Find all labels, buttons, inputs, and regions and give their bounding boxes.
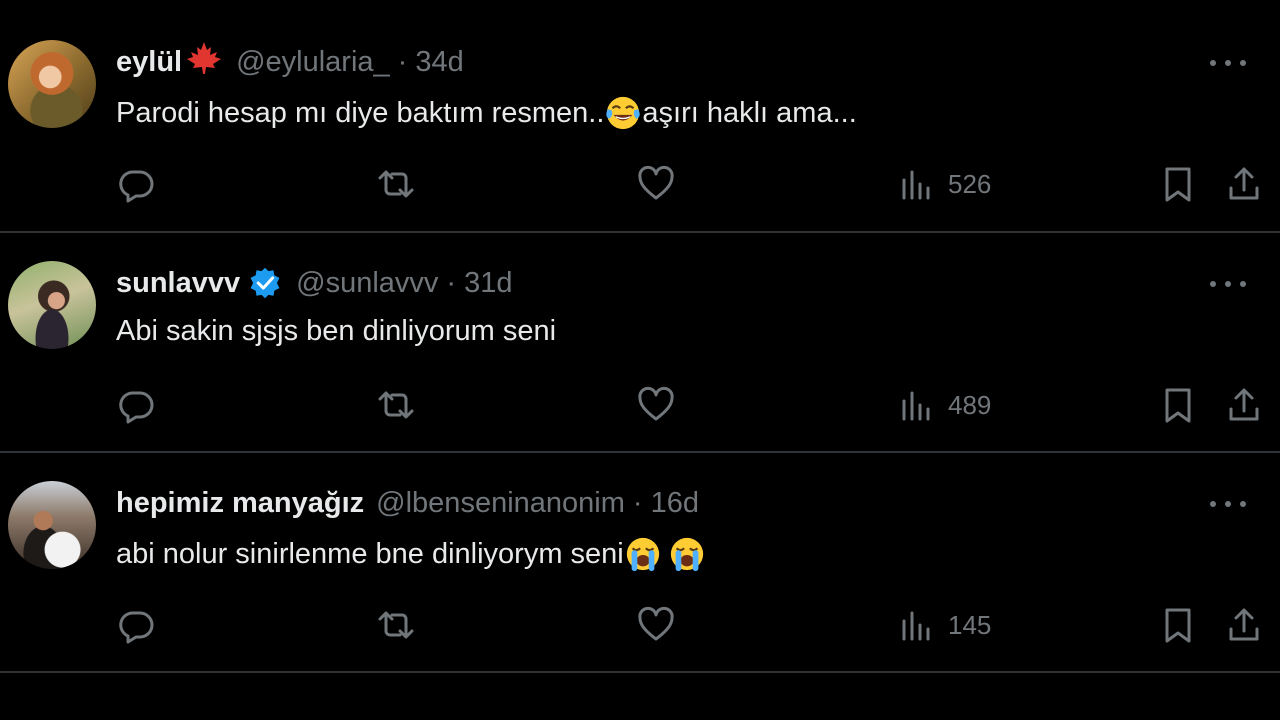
views-chart-icon bbox=[902, 611, 930, 641]
reply-button[interactable] bbox=[116, 603, 156, 647]
like-button[interactable] bbox=[636, 162, 676, 206]
bookmark-button[interactable] bbox=[1160, 603, 1196, 647]
tweet-text: Parodi hesap mı diye baktım resmen.. aşı… bbox=[116, 94, 857, 132]
display-name[interactable]: hepimiz manyağız bbox=[116, 487, 364, 520]
reply-icon bbox=[119, 391, 154, 424]
heart-icon bbox=[638, 386, 674, 421]
tweet[interactable]: sunlavvv @sunlavvv · 31d Abi sakin sjsjs… bbox=[0, 233, 1280, 453]
timestamp[interactable]: 31d bbox=[464, 267, 512, 300]
views-button[interactable]: 145 bbox=[898, 603, 991, 647]
tweet-actions: 145 bbox=[0, 603, 1280, 647]
tweet-text-part: Abi sakin sjsjs ben dinliyorum seni bbox=[116, 315, 557, 347]
maple-leaf-icon bbox=[184, 40, 224, 84]
timestamp[interactable]: 16d bbox=[651, 487, 699, 520]
retweet-button[interactable] bbox=[374, 383, 418, 427]
bookmark-icon bbox=[1165, 167, 1191, 202]
tweet-header: hepimiz manyağız @lbenseninanonim · 16d bbox=[116, 485, 699, 521]
tweet-actions: 489 bbox=[0, 383, 1280, 427]
more-options-icon[interactable] bbox=[1210, 493, 1246, 515]
reply-feed: eylül @eylularia_ · 34d Parodi hesap mı … bbox=[0, 0, 1280, 720]
like-button[interactable] bbox=[636, 603, 676, 647]
retweet-icon bbox=[378, 611, 414, 639]
display-name[interactable]: eylül bbox=[116, 46, 182, 79]
tweet-header: sunlavvv @sunlavvv · 31d bbox=[116, 265, 512, 301]
tweet-text-part: Parodi hesap mı diye baktım resmen.. bbox=[116, 96, 605, 129]
heart-icon bbox=[638, 606, 674, 641]
share-icon bbox=[1229, 167, 1259, 200]
heart-icon bbox=[638, 165, 674, 200]
views-chart-icon bbox=[902, 391, 930, 421]
bookmark-icon bbox=[1165, 388, 1191, 423]
timestamp[interactable]: 34d bbox=[415, 46, 463, 79]
separator-dot: · bbox=[397, 45, 408, 78]
retweet-icon bbox=[378, 391, 414, 419]
tweet-header: eylül @eylularia_ · 34d bbox=[116, 42, 464, 80]
tweet-actions: 526 bbox=[0, 162, 1280, 206]
user-handle[interactable]: @eylularia_ bbox=[236, 46, 390, 79]
separator-dot: · bbox=[632, 486, 643, 519]
user-handle[interactable]: @sunlavvv bbox=[296, 267, 438, 300]
reply-button[interactable] bbox=[116, 383, 156, 427]
reply-icon bbox=[119, 611, 154, 644]
avatar[interactable] bbox=[8, 261, 96, 349]
retweet-button[interactable] bbox=[374, 603, 418, 647]
tweet[interactable]: hepimiz manyağız @lbenseninanonim · 16d … bbox=[0, 453, 1280, 673]
more-options-icon[interactable] bbox=[1210, 52, 1246, 74]
tweet-text: abi nolur sinirlenme bne dinliyorym seni bbox=[116, 535, 706, 573]
bookmark-button[interactable] bbox=[1160, 383, 1196, 427]
tweet[interactable]: eylül @eylularia_ · 34d Parodi hesap mı … bbox=[0, 12, 1280, 233]
reply-button[interactable] bbox=[116, 162, 156, 206]
display-name[interactable]: sunlavvv bbox=[116, 267, 240, 300]
more-options-icon[interactable] bbox=[1210, 273, 1246, 295]
views-button[interactable]: 489 bbox=[898, 383, 991, 427]
bookmark-button[interactable] bbox=[1160, 162, 1196, 206]
retweet-icon bbox=[378, 170, 414, 198]
like-button[interactable] bbox=[636, 383, 676, 427]
share-button[interactable] bbox=[1226, 603, 1262, 647]
views-chart-icon bbox=[902, 170, 930, 200]
avatar[interactable] bbox=[8, 40, 96, 128]
verified-badge-icon bbox=[250, 267, 280, 299]
share-icon bbox=[1229, 388, 1259, 421]
reply-icon bbox=[119, 170, 154, 203]
loudly-crying-face-icon bbox=[670, 537, 703, 572]
retweet-button[interactable] bbox=[374, 162, 418, 206]
share-button[interactable] bbox=[1226, 162, 1262, 206]
views-button[interactable]: 526 bbox=[898, 162, 991, 206]
view-count: 489 bbox=[948, 389, 992, 420]
view-count: 145 bbox=[948, 609, 992, 640]
view-count: 526 bbox=[948, 168, 992, 199]
separator-dot: · bbox=[446, 266, 457, 299]
tweet-text: Abi sakin sjsjs ben dinliyorum seni bbox=[116, 315, 556, 348]
loudly-crying-face-icon bbox=[626, 537, 659, 572]
share-icon bbox=[1229, 608, 1259, 641]
user-handle[interactable]: @lbenseninanonim bbox=[376, 487, 625, 520]
face-with-tears-of-joy-icon bbox=[606, 96, 641, 130]
tweet-text-part: aşırı haklı ama... bbox=[642, 96, 857, 129]
share-button[interactable] bbox=[1226, 383, 1262, 427]
tweet-text-part: abi nolur sinirlenme bne dinliyorym seni bbox=[116, 537, 624, 570]
avatar[interactable] bbox=[8, 481, 96, 569]
bookmark-icon bbox=[1165, 608, 1191, 643]
